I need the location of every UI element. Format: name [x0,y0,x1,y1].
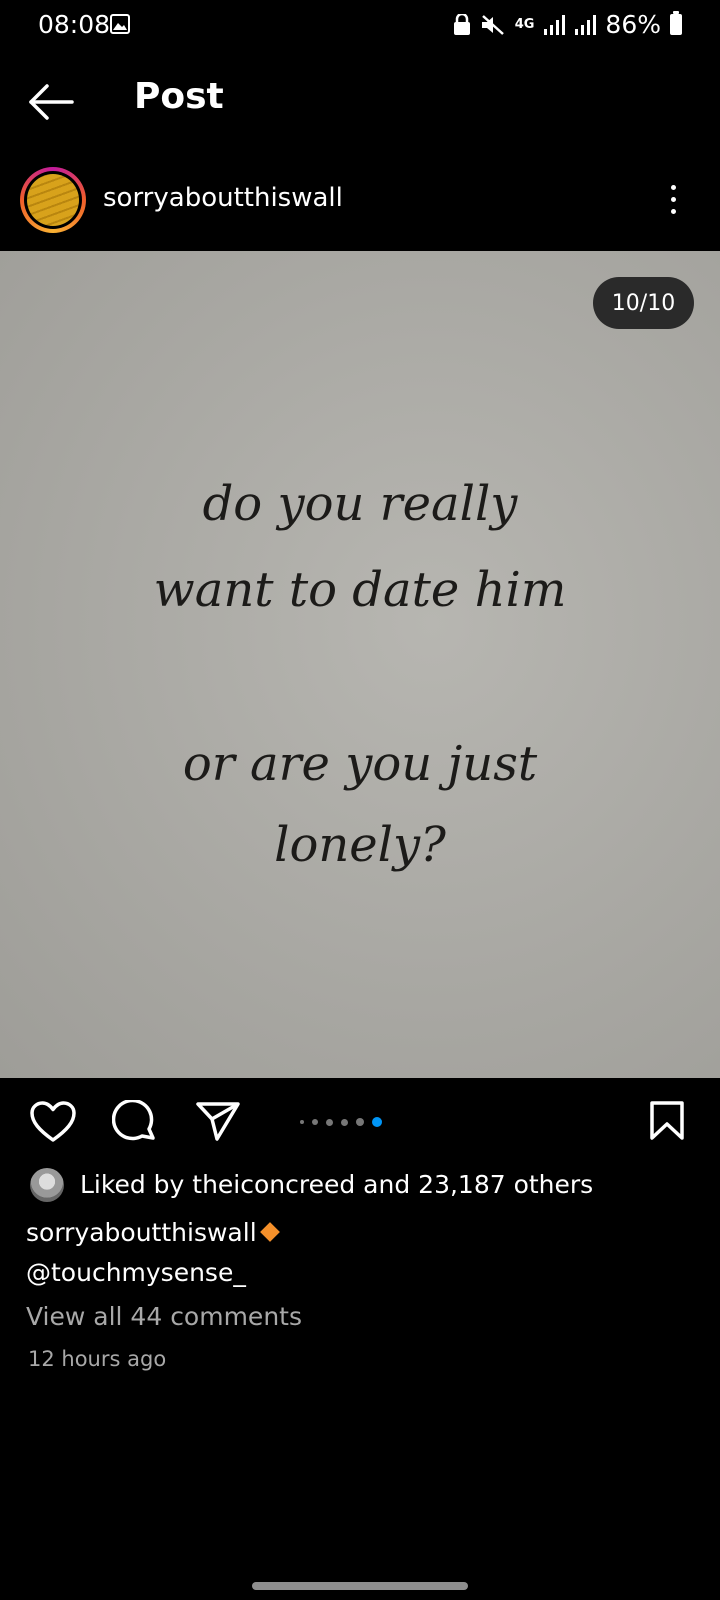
post-image[interactable]: do you really want to date him or are yo… [0,251,720,1078]
carousel-dot [356,1118,364,1126]
post-timestamp: 12 hours ago [28,1347,167,1371]
carousel-dot [300,1120,304,1124]
post-username[interactable]: sorryaboutthiswall [103,183,343,213]
comment-icon[interactable] [112,1100,158,1144]
status-time: 08:08 [38,10,111,39]
carousel-indicator [300,1117,382,1127]
caption-username[interactable]: sorryaboutthiswall [26,1218,257,1247]
diamond-icon [260,1222,280,1242]
image-text-line-1: do you really [202,476,518,532]
network-type: 4G [514,17,535,32]
share-send-icon[interactable] [195,1100,241,1142]
back-arrow-icon[interactable] [26,82,76,122]
home-indicator[interactable] [252,1582,468,1590]
mute-icon [481,14,504,35]
view-comments-link[interactable]: View all 44 comments [26,1302,302,1331]
carousel-dot [326,1118,333,1126]
image-text-line-4: lonely? [274,817,446,873]
caption-mention[interactable]: @touchmysense_ [26,1258,246,1287]
image-text-line-2: want to date him [153,562,567,618]
image-counter: 10/10 [593,277,694,329]
avatar[interactable] [20,167,86,233]
gallery-notification-icon [110,14,130,34]
likes-count[interactable]: Liked by theiconcreed and 23,187 others [80,1170,593,1199]
page-title: Post [134,76,224,117]
battery-percent: 86% [605,10,661,39]
carousel-dot [372,1117,382,1127]
lock-icon [453,13,470,35]
carousel-dot [312,1119,318,1125]
like-heart-icon[interactable] [29,1100,77,1144]
image-text-line-3: or are you just [182,736,538,792]
battery-icon [670,11,682,35]
signal-icon-2 [575,14,597,35]
signal-icon [544,14,566,35]
status-indicators: 4G 86% [453,10,682,39]
save-bookmark-icon[interactable] [649,1100,685,1142]
carousel-dot [341,1118,348,1126]
more-options-icon[interactable] [668,185,680,219]
liker-avatar[interactable] [30,1168,64,1202]
